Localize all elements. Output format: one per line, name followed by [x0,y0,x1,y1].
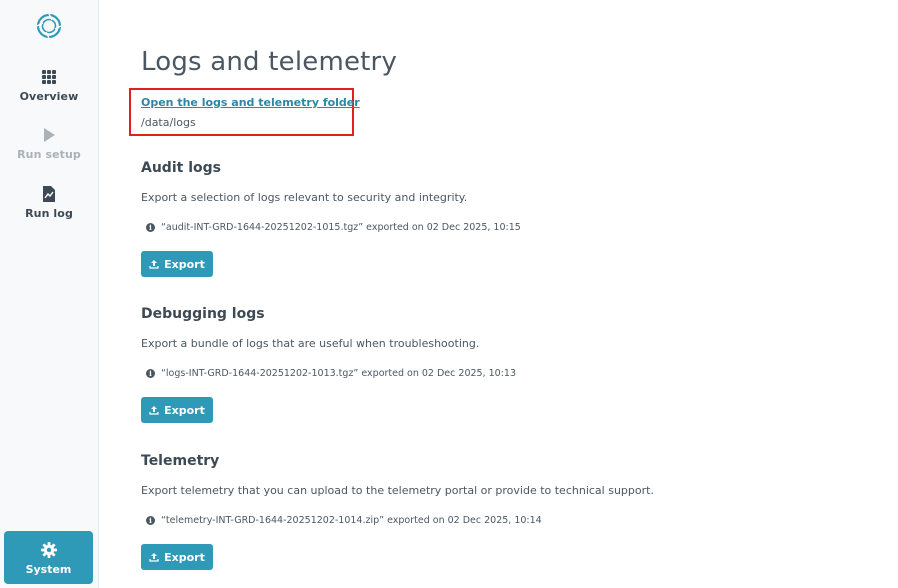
gear-icon [40,542,57,558]
last-export-info: i “logs-INT-GRD-1644-20251202-1013.tgz” … [146,368,516,379]
section-description: Export a bundle of logs that are useful … [141,337,480,350]
last-export-info: i “audit-INT-GRD-1644-20251202-1015.tgz”… [146,222,521,233]
logs-folder-path: /data/logs [141,116,196,129]
document-icon [43,186,55,202]
sidebar-item-run-log[interactable]: Run log [0,185,98,220]
last-export-info: i “telemetry-INT-GRD-1644-20251202-1014.… [146,515,542,526]
upload-icon [149,260,159,269]
export-audit-logs-button[interactable]: Export [141,251,213,277]
button-label: Export [164,550,205,564]
export-debugging-logs-button[interactable]: Export [141,397,213,423]
open-logs-folder-link[interactable]: Open the logs and telemetry folder [141,96,360,109]
section-heading: Audit logs [141,160,221,176]
button-label: Export [164,257,205,271]
last-export-text: “audit-INT-GRD-1644-20251202-1015.tgz” e… [161,222,521,233]
section-description: Export a selection of logs relevant to s… [141,191,468,204]
upload-icon [149,406,159,415]
info-icon: i [146,369,155,378]
grid-icon [42,70,56,84]
last-export-text: “telemetry-INT-GRD-1644-20251202-1014.zi… [161,515,542,526]
button-label: Export [164,403,205,417]
play-icon [44,128,55,142]
export-telemetry-button[interactable]: Export [141,544,213,570]
sidebar-item-label: System [25,563,72,576]
last-export-text: “logs-INT-GRD-1644-20251202-1013.tgz” ex… [161,368,516,379]
sidebar-item-run-setup[interactable]: Run setup [0,126,98,161]
sidebar-item-system[interactable]: System [4,531,93,584]
sidebar-item-label: Run setup [17,148,81,161]
section-description: Export telemetry that you can upload to … [141,484,654,497]
sidebar-item-label: Run log [25,207,73,220]
page-title: Logs and telemetry [141,47,398,77]
section-heading: Debugging logs [141,306,265,322]
sidebar-item-label: Overview [19,90,79,103]
info-icon: i [146,223,155,232]
sidebar: Overview Run setup Run log System [0,0,99,588]
app-logo-icon [36,13,62,39]
upload-icon [149,553,159,562]
info-icon: i [146,516,155,525]
section-heading: Telemetry [141,453,220,469]
sidebar-item-overview[interactable]: Overview [0,68,98,103]
